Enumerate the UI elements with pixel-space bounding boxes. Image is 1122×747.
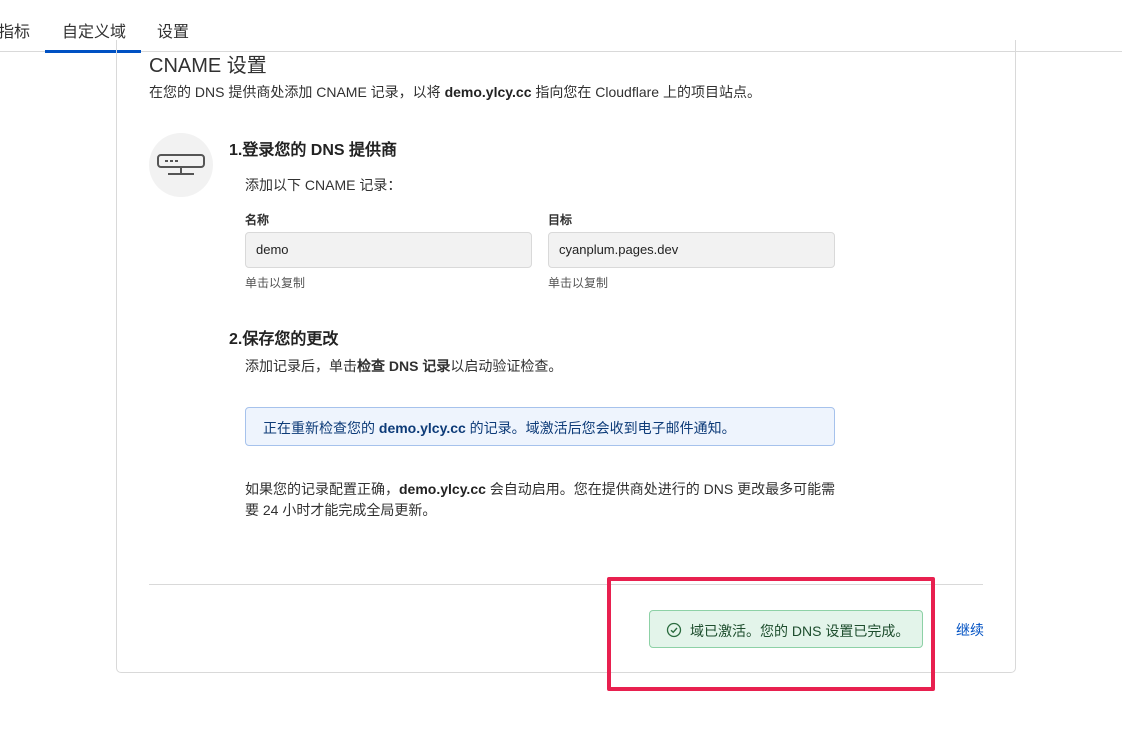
tab-custom-domains[interactable]: 自定义域 [62,18,126,42]
note-domain: demo.ylcy.cc [399,481,486,497]
name-copy-hint: 单击以复制 [245,276,306,290]
target-label: 目标 [548,213,573,227]
step1-text: 添加以下 CNAME 记录： [245,177,402,193]
name-field[interactable]: demo [245,232,532,268]
recheck-info-banner: 正在重新检查您的 demo.ylcy.cc 的记录。域激活后您会收到电子邮件通知… [245,407,835,446]
check-dns-records-text: 检查 DNS 记录 [357,358,451,374]
server-icon [157,154,205,175]
step1-title: 1.登录您的 DNS 提供商 [229,142,398,159]
tab-settings[interactable]: 设置 [157,18,189,42]
name-label: 名称 [245,213,270,227]
domain-name: demo.ylcy.cc [444,84,532,100]
target-copy-hint: 单击以复制 [548,276,609,290]
target-field[interactable]: cyanplum.pages.dev [548,232,835,268]
highlight-annotation [607,577,935,691]
cname-description: 在您的 DNS 提供商处添加 CNAME 记录，以将 demo.ylcy.cc … [149,84,761,100]
page-title: CNAME 设置 [149,55,267,77]
auto-enable-note: 如果您的记录配置正确，demo.ylcy.cc 会自动启用。您在提供商处进行的 … [245,481,836,518]
info-domain: demo.ylcy.cc [378,420,466,436]
step2-text: 添加记录后，单击检查 DNS 记录以启动验证检查。 [245,358,563,374]
step2-title: 2.保存您的更改 [229,331,339,348]
tab-metrics[interactable]: 指标 [0,18,30,42]
continue-button[interactable]: 继续 [956,620,984,640]
dns-provider-icon [149,133,213,197]
